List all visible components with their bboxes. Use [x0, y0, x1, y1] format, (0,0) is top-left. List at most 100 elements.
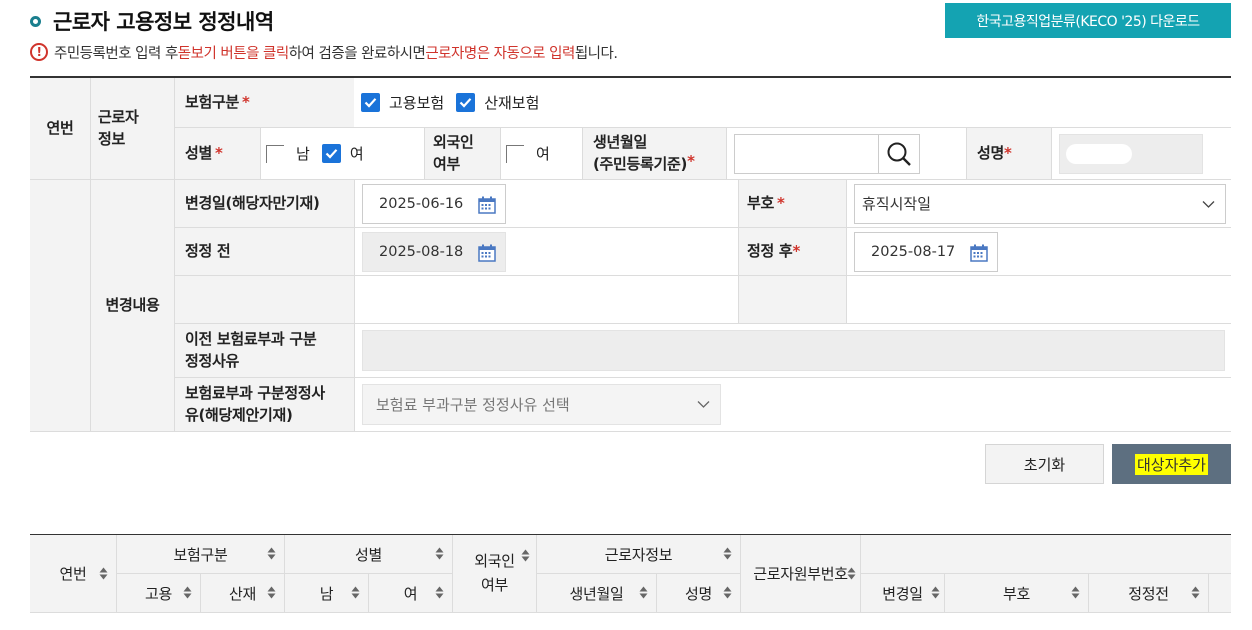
male-checkbox[interactable]	[266, 144, 284, 163]
title-bullet-icon	[30, 15, 41, 27]
chevron-down-icon	[1202, 200, 1215, 208]
chevron-down-icon	[697, 401, 710, 408]
prev-reason-label: 이전 보험료부과 구분 정정사유	[185, 329, 317, 370]
notice-highlight-1: 돋보기 버튼을 클릭	[177, 45, 289, 62]
search-icon	[887, 142, 911, 166]
empty-label-cell	[174, 276, 354, 324]
sort-icon[interactable]	[435, 586, 444, 599]
grid-header-serial[interactable]: 연번	[30, 535, 116, 613]
after-date-value: 2025-08-17	[871, 243, 956, 260]
notice-text-2: 하여 검증을 완료하시면	[288, 45, 426, 62]
empty-value-cell	[354, 276, 738, 324]
grid-header-foreigner[interactable]: 외국인 여부	[452, 535, 536, 613]
serial-label-cell: 연번	[30, 78, 90, 180]
reason-label: 보험료부과 구분정정사 유(해당제안기재)	[185, 383, 325, 424]
grid-header-employment[interactable]: 고용	[116, 574, 200, 613]
sort-icon[interactable]	[183, 586, 192, 599]
insurance-type-options: 고용보험 산재보험	[354, 78, 1231, 128]
prev-reason-label-cell: 이전 보험료부과 구분 정정사유	[174, 324, 354, 378]
insurance-type-label-cell: 보험구분 *	[174, 78, 354, 128]
grid-header-worker-id[interactable]: 근로자원부번호	[740, 535, 860, 613]
sort-icon[interactable]	[267, 586, 276, 599]
sort-icon[interactable]	[1071, 586, 1080, 599]
notice-highlight-2: 근로자명은 자동으로 입력	[425, 45, 575, 62]
before-date-cell: 2025-08-18	[354, 228, 738, 276]
sort-icon[interactable]	[931, 586, 940, 599]
worker-info-form: 연번 근로자 정보 변경내용 보험구분 * 고용보험 산재보험 성별 * 남 여 외…	[30, 76, 1231, 432]
code-select[interactable]: 휴직시작일	[854, 183, 1226, 224]
after-date-input[interactable]: 2025-08-17	[854, 231, 998, 272]
sort-icon[interactable]	[723, 586, 732, 599]
change-date-label-cell: 변경일(해당자만기재)	[174, 180, 354, 228]
grid-header-female[interactable]: 여	[368, 574, 452, 613]
change-date-cell: 2025-06-16	[354, 180, 738, 228]
worker-info-label-cell: 근로자 정보	[90, 78, 174, 180]
target-grid: 연번 보험구분 고용 산재 성별 남 여 외국인 여부 근로자정보 생년월일 성…	[30, 534, 1231, 614]
grid-header-gender[interactable]: 성별	[284, 535, 452, 574]
industrial-insurance-label: 산재보험	[484, 94, 540, 112]
title-row: 근로자 고용정보 정정내역	[30, 6, 274, 36]
foreigner-checkbox[interactable]	[506, 144, 524, 163]
sort-icon[interactable]	[1191, 586, 1200, 599]
before-date-input: 2025-08-18	[362, 231, 506, 272]
grid-header-male[interactable]: 남	[284, 574, 368, 613]
grid-header-code[interactable]: 부호	[944, 574, 1088, 613]
sort-icon[interactable]	[639, 586, 648, 599]
sort-icon[interactable]	[847, 567, 856, 580]
gender-label-cell: 성별 *	[174, 128, 260, 180]
search-button[interactable]	[879, 133, 920, 174]
industrial-insurance-checkbox[interactable]	[456, 93, 476, 112]
sort-icon[interactable]	[723, 547, 732, 560]
name-label: 성명	[977, 143, 1005, 162]
code-label-cell: 부호 *	[738, 180, 846, 228]
change-date-label: 변경일(해당자만기재)	[185, 193, 320, 212]
name-label-cell: 성명 *	[966, 128, 1051, 180]
empty-label-cell-2	[738, 276, 846, 324]
grid-header-name[interactable]: 성명	[656, 574, 740, 613]
code-select-value: 휴직시작일	[862, 195, 932, 213]
insurance-type-label: 보험구분	[185, 92, 240, 111]
add-target-button[interactable]: 대상자추가	[1112, 444, 1231, 484]
male-label: 남	[296, 145, 310, 163]
foreigner-option: 여	[500, 128, 582, 180]
after-date-cell: 2025-08-17	[846, 228, 1231, 276]
notice-text-1: 주민등록번호 입력 후	[54, 45, 178, 62]
serial-blank-cell	[30, 180, 90, 432]
notice-text-3: 됩니다.	[574, 45, 618, 62]
gender-label: 성별	[185, 143, 213, 162]
change-content-label-cell: 변경내용	[90, 180, 174, 432]
before-date-value: 2025-08-18	[379, 243, 464, 260]
name-input-cell	[1051, 128, 1231, 180]
keco-download-button[interactable]: 한국고용직업분류(KECO '25) 다운로드	[945, 3, 1231, 38]
female-checkbox[interactable]	[321, 144, 341, 163]
before-label: 정정 전	[185, 241, 231, 260]
sort-icon[interactable]	[351, 586, 360, 599]
grid-header-before[interactable]: 정정전	[1088, 574, 1208, 613]
calendar-icon[interactable]	[970, 244, 988, 262]
sort-icon[interactable]	[99, 567, 108, 580]
calendar-icon[interactable]	[478, 196, 496, 214]
grid-header-change-group	[860, 535, 1231, 574]
reason-select[interactable]: 보험료 부과구분 정정사유 선택	[362, 384, 721, 425]
reason-label-cell: 보험료부과 구분정정사 유(해당제안기재)	[174, 378, 354, 432]
reset-button[interactable]: 초기화	[985, 444, 1104, 484]
employment-insurance-label: 고용보험	[389, 94, 445, 112]
change-date-input[interactable]: 2025-06-16	[362, 183, 506, 224]
grid-header-worker-info[interactable]: 근로자정보	[536, 535, 740, 574]
after-label: 정정 후	[747, 241, 793, 260]
page-title: 근로자 고용정보 정정내역	[53, 10, 274, 34]
sort-icon[interactable]	[521, 549, 530, 562]
change-date-value: 2025-06-16	[379, 195, 464, 212]
code-select-cell: 휴직시작일	[846, 180, 1231, 228]
foreigner-option-label: 여	[536, 145, 550, 163]
grid-header-change-date[interactable]: 변경일	[860, 574, 944, 613]
birth-input[interactable]	[734, 133, 879, 174]
serial-label: 연번	[46, 118, 74, 137]
grid-header-insurance[interactable]: 보험구분	[116, 535, 284, 574]
grid-header-birth[interactable]: 생년월일	[536, 574, 656, 613]
name-input	[1059, 133, 1203, 174]
sort-icon[interactable]	[267, 547, 276, 560]
grid-header-industrial[interactable]: 산재	[200, 574, 284, 613]
employment-insurance-checkbox[interactable]	[361, 93, 380, 112]
sort-icon[interactable]	[435, 547, 444, 560]
